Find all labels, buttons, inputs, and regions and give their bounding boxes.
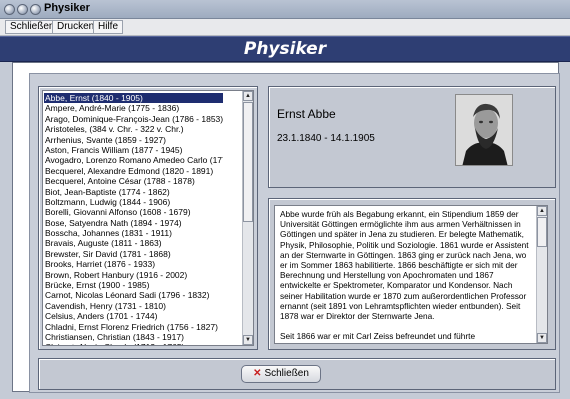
- list-item[interactable]: Becquerel, Alexandre Edmond (1820 - 1891…: [44, 166, 223, 176]
- content-area: Abbe, Ernst (1840 - 1905) Ampere, André-M…: [12, 62, 560, 393]
- scroll-up-icon[interactable]: ▲: [243, 91, 253, 101]
- list-item[interactable]: Carnot, Nicolas Léonard Sadi (1796 - 183…: [44, 290, 223, 300]
- list-item[interactable]: Bravais, Auguste (1811 - 1863): [44, 238, 223, 248]
- list-item[interactable]: Aston, Francis William (1877 - 1945): [44, 145, 223, 155]
- list-item[interactable]: Aristoteles, (384 v. Chr. - 322 v. Chr.): [44, 124, 223, 134]
- list-item[interactable]: Clairaut, Alexis-Claude (1713 - 1765): [44, 342, 223, 345]
- list-item[interactable]: Becquerel, Antoine César (1788 - 1878): [44, 176, 223, 186]
- window-title: Physiker: [44, 2, 90, 14]
- list-item[interactable]: Brewster, Sir David (1781 - 1868): [44, 249, 223, 259]
- list-item[interactable]: Bose, Satyendra Nath (1894 - 1974): [44, 218, 223, 228]
- list-panel: Abbe, Ernst (1840 - 1905) Ampere, André-M…: [38, 86, 258, 350]
- list-item[interactable]: Borelli, Giovanni Alfonso (1608 - 1679): [44, 207, 223, 217]
- title-bar[interactable]: Physiker: [0, 0, 570, 19]
- list-item[interactable]: Celsius, Anders (1701 - 1744): [44, 311, 223, 321]
- list-item[interactable]: Brooks, Harriet (1876 - 1933): [44, 259, 223, 269]
- menu-item-hilfe[interactable]: Hilfe: [93, 20, 124, 34]
- info-panel: Ernst Abbe 23.1.1840 - 14.1.1905: [268, 86, 556, 188]
- list-item[interactable]: Biot, Jean-Baptiste (1774 - 1862): [44, 187, 223, 197]
- list-item[interactable]: Bosscha, Johannes (1831 - 1911): [44, 228, 223, 238]
- list-item[interactable]: Brücke, Ernst (1900 - 1985): [44, 280, 223, 290]
- page-title: Physiker: [243, 39, 327, 59]
- person-dates: 23.1.1840 - 14.1.1905: [277, 133, 375, 144]
- list-item[interactable]: Chladni, Ernst Florenz Friedrich (1756 -…: [44, 322, 223, 332]
- bio-paragraph: Abbe wurde früh als Begabung erkannt, ei…: [280, 209, 529, 322]
- bio-text: Abbe wurde früh als Begabung erkannt, ei…: [280, 209, 533, 343]
- person-name: Ernst Abbe: [277, 107, 336, 121]
- bio-panel: Abbe wurde früh als Begabung erkannt, ei…: [268, 198, 556, 350]
- bio-paragraph: Seit 1866 war er mit Carl Zeiss befreund…: [280, 331, 523, 343]
- list-item[interactable]: Arrhenius, Svante (1859 - 1927): [44, 135, 223, 145]
- list-item[interactable]: Christiansen, Christian (1843 - 1917): [44, 332, 223, 342]
- scroll-down-icon[interactable]: ▼: [243, 335, 253, 345]
- scroll-down-icon[interactable]: ▼: [537, 333, 547, 343]
- list-item[interactable]: Brown, Robert Hanbury (1916 - 2002): [44, 270, 223, 280]
- window-minimize-icon[interactable]: [17, 4, 28, 15]
- portrait-image: [455, 94, 513, 166]
- header-banner: Physiker: [0, 36, 570, 62]
- bio-scrollbar[interactable]: ▲ ▼: [536, 206, 547, 343]
- list-item[interactable]: Avogadro, Lorenzo Romano Amedeo Carlo (1…: [44, 155, 223, 165]
- list-scrollbar[interactable]: ▲ ▼: [242, 91, 253, 345]
- list-scroll-thumb[interactable]: [243, 102, 253, 222]
- physicist-list[interactable]: Abbe, Ernst (1840 - 1905) Ampere, André-M…: [42, 90, 254, 346]
- window-zoom-icon[interactable]: [30, 4, 41, 15]
- bio-textbox[interactable]: Abbe wurde früh als Begabung erkannt, ei…: [274, 205, 548, 344]
- button-panel: ✕ Schließen: [38, 358, 556, 390]
- menu-bar: Schließen Drucken Hilfe: [0, 19, 570, 36]
- list-item[interactable]: Cavendish, Henry (1731 - 1810): [44, 301, 223, 311]
- content-frame: Abbe, Ernst (1840 - 1905) Ampere, André-M…: [29, 73, 560, 393]
- list-item[interactable]: Ampere, André-Marie (1775 - 1836): [44, 103, 223, 113]
- close-button-label: Schließen: [264, 368, 309, 379]
- list-items: Abbe, Ernst (1840 - 1905) Ampere, André-M…: [44, 93, 223, 345]
- x-icon: ✕: [253, 368, 262, 379]
- list-item[interactable]: Abbe, Ernst (1840 - 1905): [44, 93, 223, 104]
- scroll-up-icon[interactable]: ▲: [537, 206, 547, 216]
- window-close-icon[interactable]: [4, 4, 15, 15]
- close-button[interactable]: ✕ Schließen: [241, 365, 321, 383]
- bio-scroll-thumb[interactable]: [537, 217, 547, 247]
- application-window: Physiker Schließen Drucken Hilfe Physike…: [0, 0, 570, 399]
- list-item[interactable]: Boltzmann, Ludwig (1844 - 1906): [44, 197, 223, 207]
- list-item[interactable]: Arago, Dominique-François-Jean (1786 - 1…: [44, 114, 223, 124]
